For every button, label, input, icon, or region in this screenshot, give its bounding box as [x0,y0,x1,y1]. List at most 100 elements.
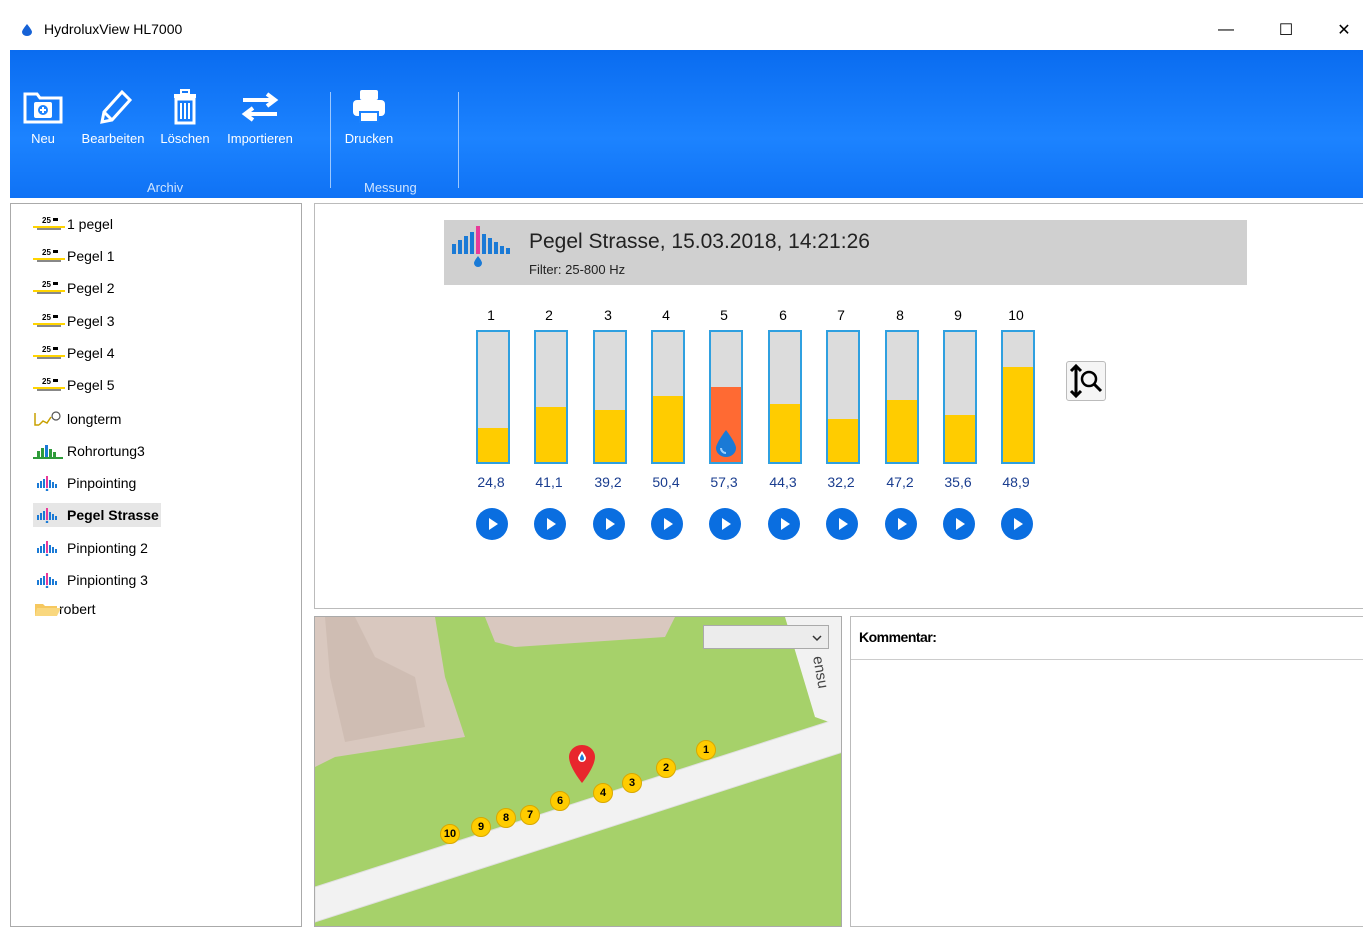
bar-value: 24,8 [477,474,505,490]
tree-item[interactable]: 25 Pegel 1 [33,244,116,268]
map-marker[interactable]: 7 [520,805,540,825]
svg-text:25: 25 [42,280,51,289]
map-marker[interactable]: 9 [471,817,491,837]
pegel-icon: 25 [33,248,65,264]
minimize-button[interactable]: — [1203,10,1249,50]
svg-text:25: 25 [42,216,51,225]
tree-item[interactable]: Pinpionting 2 [33,536,150,560]
bar-value: 32,2 [827,474,855,490]
play-icon[interactable] [593,508,625,540]
play-icon[interactable] [768,508,800,540]
ribbon-toolbar: Neu Bearbeiten Löschen Importieren Druck… [10,50,1363,198]
level-bar-fill [945,415,975,462]
pinpointing-icon [33,507,65,524]
importieren-button[interactable]: Importieren [220,86,300,146]
map-view[interactable]: ensu 1 2 3 4 6 7 8 9 10 [314,616,842,927]
pinpointing-icon [33,475,65,492]
pegel-icon: 25 [33,345,65,361]
neu-button[interactable]: Neu [20,86,66,146]
play-icon[interactable] [1001,508,1033,540]
level-bar[interactable] [1001,330,1035,464]
level-bar-fill [770,403,800,462]
pencil-icon [100,89,133,124]
bar-value: 44,3 [769,474,797,490]
group-label-archiv: Archiv [147,180,184,195]
tree-item[interactable]: Rohrortung3 [33,439,147,463]
level-bar[interactable] [593,330,627,464]
bar-number: 6 [779,307,787,323]
level-bar-fill [536,407,566,462]
level-bar-fill [887,399,917,462]
maximize-button[interactable]: ☐ [1263,10,1309,50]
tree-item[interactable]: longterm [33,407,123,431]
drucken-button[interactable]: Drucken [340,86,398,146]
tree-item-label: Pinpionting 2 [67,540,148,556]
pinpointing-icon [33,572,65,589]
group-label-messung: Messung [364,180,417,195]
comment-label: Kommentar: [859,629,937,645]
tree-item-label: Pinpionting 3 [67,572,148,588]
tree-item-label: 1 pegel [67,216,113,232]
close-button[interactable]: ✕ [1321,10,1363,50]
tree-item[interactable]: 25 Pegel 3 [33,309,116,333]
trash-icon [174,89,196,125]
pegel-icon: 25 [33,280,65,296]
level-bar[interactable] [826,330,860,464]
location-pin-icon [569,745,595,783]
map-marker[interactable]: 6 [550,791,570,811]
tree-item-label: Pinpointing [67,475,137,491]
level-bar[interactable] [651,330,685,464]
tree-item[interactable]: 25 Pegel 5 [33,373,116,397]
play-icon[interactable] [826,508,858,540]
map-marker[interactable]: 2 [656,758,676,778]
pegel-icon: 25 [33,216,65,232]
tree-item-label: Rohrortung3 [67,443,145,459]
tree-item[interactable]: robert [33,597,98,621]
map-marker[interactable]: 1 [696,740,716,760]
level-bar[interactable] [476,330,510,464]
filter-label: Filter: 25-800 Hz [529,262,626,277]
play-icon[interactable] [651,508,683,540]
import-arrows-icon [241,92,279,122]
play-icon[interactable] [885,508,917,540]
bar-number: 2 [545,307,553,323]
pinpointing-icon [33,540,65,557]
comment-textarea[interactable] [851,659,1363,926]
level-bar[interactable] [534,330,568,464]
tree-item[interactable]: Pinpionting 3 [33,568,150,592]
map-marker[interactable]: 10 [440,824,460,844]
level-bar[interactable] [768,330,802,464]
map-marker[interactable]: 4 [593,783,613,803]
bar-number: 8 [896,307,904,323]
loeschen-button[interactable]: Löschen [156,86,214,146]
bar-value: 48,9 [1002,474,1030,490]
tree-item[interactable]: 25 Pegel 4 [33,341,116,365]
bar-number: 4 [662,307,670,323]
tree-item-label: Pegel 2 [67,280,115,296]
level-bar[interactable] [709,330,743,464]
map-layer-select[interactable] [703,625,829,649]
svg-text:25: 25 [42,248,51,257]
map-marker[interactable]: 8 [496,808,516,828]
level-bar[interactable] [885,330,919,464]
map-marker[interactable]: 3 [622,773,642,793]
tree-item[interactable]: Pegel Strasse [33,503,161,527]
bar-number: 9 [954,307,962,323]
level-bar[interactable] [943,330,977,464]
svg-text:25: 25 [42,313,51,322]
svg-text:25: 25 [42,377,51,386]
bearbeiten-button[interactable]: Bearbeiten [74,86,152,146]
tree-item[interactable]: Pinpointing [33,471,138,495]
level-bar-fill [595,410,625,462]
play-icon[interactable] [534,508,566,540]
tree-item[interactable]: 25 Pegel 2 [33,276,116,300]
bar-number: 7 [837,307,845,323]
play-icon[interactable] [709,508,741,540]
pegel-icon: 25 [33,313,65,329]
vertical-zoom-button[interactable] [1066,361,1106,401]
bar-value: 57,3 [710,474,738,490]
level-bar-fill [1003,367,1033,462]
play-icon[interactable] [476,508,508,540]
tree-item[interactable]: 25 1 pegel [33,212,115,236]
play-icon[interactable] [943,508,975,540]
